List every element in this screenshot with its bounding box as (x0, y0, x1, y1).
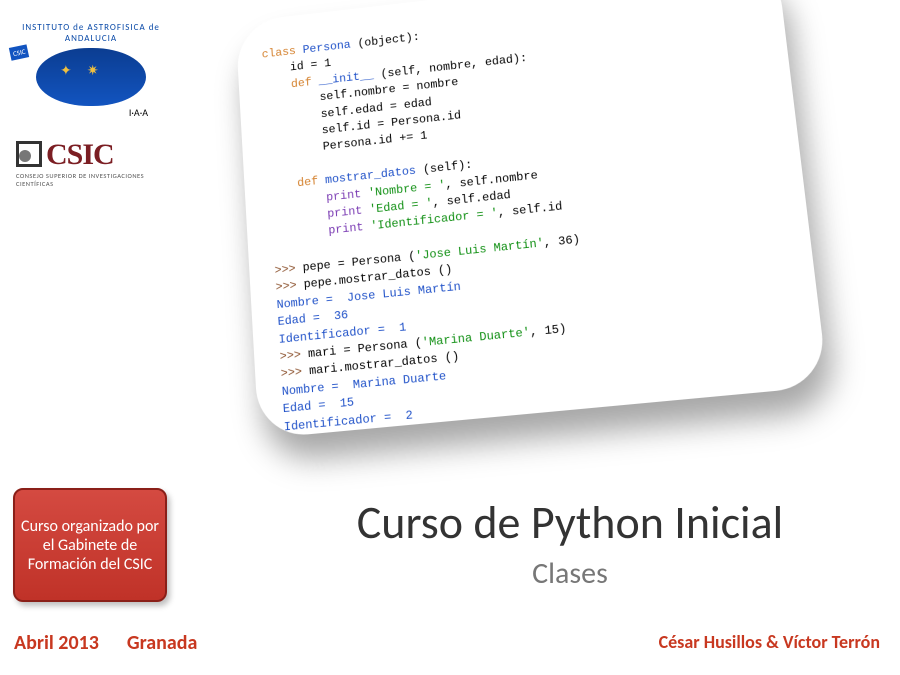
code-text: , self.id (497, 200, 563, 220)
code-text (272, 224, 329, 243)
code-text: (self): (422, 158, 472, 177)
iaa-logo: INSTITUTO de ASTROFISICA de ANDALUCIA CS… (16, 22, 166, 122)
code-text (270, 191, 326, 210)
code-text: 'Jose Luis Martín' (415, 236, 545, 263)
code-text: print (326, 186, 369, 204)
iaa-logo-arc-text: INSTITUTO de ASTROFISICA de ANDALUCIA (16, 22, 166, 44)
code-text: Persona (295, 37, 358, 57)
organizer-box: Curso organizado por el Gabinete de Form… (13, 488, 167, 602)
csic-logo-wordmark: CSIC (16, 138, 166, 172)
code-text (273, 247, 274, 261)
code-text: >>> (280, 365, 309, 382)
iaa-logo-csic-tab: CSIC (9, 44, 30, 61)
footer-city: Granada (127, 631, 198, 655)
code-text: class (261, 44, 296, 61)
code-text: , 15) (529, 322, 567, 340)
slide-subtitle: Clases (250, 555, 890, 592)
code-text (268, 163, 269, 176)
code-text: def (269, 175, 318, 194)
iaa-logo-sub: I·A·A (16, 106, 166, 119)
code-text: print (327, 203, 370, 221)
code-text: (object): (357, 30, 420, 50)
csic-wordmark-text: CSIC (46, 138, 114, 171)
organizer-text: Curso organizado por el Gabinete de Form… (21, 517, 159, 574)
footer-authors: César Husillos & Víctor Terrón (659, 631, 880, 653)
code-text: , 36) (543, 233, 580, 251)
slide-title: Curso de Python Inicial (250, 495, 890, 551)
csic-logo-sub: CONSEJO SUPERIOR DE INVESTIGACIONES CIEN… (16, 172, 166, 188)
code-text: >>> (274, 261, 303, 278)
code-text: >>> (279, 347, 308, 364)
code-text: print (328, 220, 371, 238)
code-text: def (263, 75, 312, 94)
iaa-logo-ellipse (36, 48, 146, 106)
slide-title-block: Curso de Python Inicial Clases (250, 495, 890, 592)
code-text: >>> (275, 278, 304, 295)
footer-left: Abril 2013 Granada (14, 631, 197, 655)
footer-date: Abril 2013 (14, 631, 99, 655)
csic-logo-square-icon (16, 141, 42, 167)
csic-logo: CSIC CONSEJO SUPERIOR DE INVESTIGACIONES… (16, 138, 166, 188)
code-window: class Persona (object): id = 1 def __ini… (235, 0, 828, 439)
code-text: 'Marina Duarte' (421, 325, 530, 350)
